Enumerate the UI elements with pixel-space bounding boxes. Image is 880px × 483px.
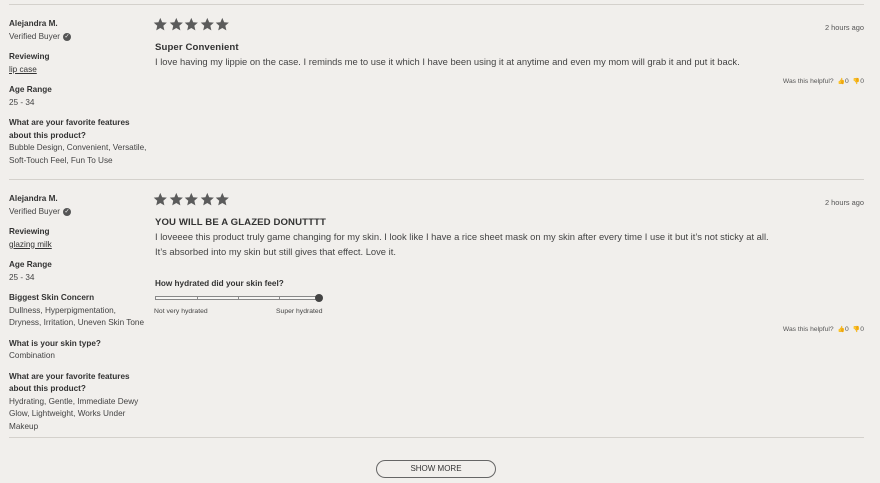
- skin-concern-label: Biggest Skin Concern: [9, 293, 95, 302]
- age-range-value: 25 - 34: [9, 97, 35, 107]
- helpful-label: Was this helpful?: [782, 326, 834, 333]
- features-label-line: What are your favorite features: [9, 118, 130, 127]
- features-label-line: about this product?: [9, 130, 86, 140]
- features-label: What are your favorite features about th…: [9, 371, 149, 396]
- reviewer-info: Alejandra M. Verified Buyer ✓ Reviewing …: [9, 193, 149, 433]
- reviewer-info: Alejandra M. Verified Buyer ✓ Reviewing …: [9, 18, 149, 167]
- helpful-section: Was this helpful? 👍0 👎0: [783, 78, 864, 85]
- review-date: 2 hours ago: [824, 23, 864, 32]
- star-rating: [153, 192, 230, 207]
- verified-badge: Verified Buyer ✓: [9, 206, 149, 219]
- features-label-line: What are your favorite features: [9, 371, 130, 381]
- verified-label: Verified Buyer: [9, 31, 60, 41]
- helpful-section: Was this helpful? 👍0 👎0: [783, 326, 864, 333]
- helpful-no-button[interactable]: 👎0: [853, 326, 864, 333]
- scale-tick: [279, 296, 280, 300]
- reviewing-label: Reviewing: [9, 52, 50, 61]
- star-icon: [169, 17, 183, 31]
- scale-min-label: Not very hydrated: [154, 308, 208, 315]
- features-label-line: about this product?: [9, 384, 86, 393]
- helpful-yes-count: 0: [845, 78, 849, 85]
- star-icon: [216, 17, 230, 31]
- helpful-no-button[interactable]: 👎0: [853, 78, 864, 85]
- check-circle-icon: ✓: [62, 32, 71, 41]
- hydration-scale: [155, 294, 323, 302]
- features-value-line: Hydrating, Gentle, Immediate Dewy: [9, 396, 139, 406]
- features-value: Hydrating, Gentle, Immediate Dewy Glow, …: [9, 396, 149, 434]
- helpful-no-count: 0: [860, 326, 864, 333]
- show-more-button[interactable]: SHOW MORE: [376, 460, 496, 478]
- star-icon: [184, 17, 199, 31]
- review-body-line: It’s absorbed into my skin but still giv…: [155, 245, 396, 257]
- top-divider: [9, 4, 864, 5]
- scale-tick: [197, 296, 198, 300]
- helpful-yes-button[interactable]: 👍0: [838, 326, 849, 333]
- helpful-no-count: 0: [860, 78, 864, 85]
- scale-max-label: Super hydrated: [276, 308, 323, 315]
- age-range-label: Age Range: [9, 260, 52, 269]
- check-circle-icon: ✓: [62, 207, 71, 216]
- hydration-marker: [315, 294, 323, 302]
- skin-type-label: What is your skin type?: [9, 338, 101, 348]
- hydration-question: How hydrated did your skin feel?: [155, 279, 284, 288]
- features-value-line: Soft-Touch Feel, Fun To Use: [9, 155, 113, 165]
- skin-type-value: Combination: [9, 351, 55, 360]
- features-value-line: Glow, Lightweight, Works Under: [9, 409, 126, 418]
- reviewed-product-link[interactable]: glazing milk: [9, 239, 149, 252]
- age-range-label: Age Range: [9, 85, 52, 94]
- review-title: YOU WILL BE A GLAZED DONUTTTT: [155, 217, 326, 228]
- features-value-line: Bubble Design, Convenient, Versatile,: [9, 143, 147, 152]
- features-label: What are your favorite features about th…: [9, 117, 149, 142]
- age-range-value: 25 - 34: [9, 272, 35, 282]
- verified-badge: Verified Buyer ✓: [9, 31, 149, 44]
- review-divider: [9, 179, 864, 180]
- helpful-yes-button[interactable]: 👍0: [838, 78, 849, 85]
- scale-tick: [238, 296, 239, 300]
- star-icon: [216, 192, 230, 206]
- features-value: Bubble Design, Convenient, Versatile, So…: [9, 142, 149, 167]
- helpful-yes-count: 0: [845, 326, 849, 333]
- skin-concern-line: Dullness, Hyperpigmentation,: [9, 305, 116, 315]
- star-icon: [184, 192, 199, 206]
- reviewing-label: Reviewing: [9, 227, 50, 236]
- bottom-divider: [9, 437, 864, 438]
- reviewed-product-link[interactable]: lip case: [9, 64, 149, 77]
- reviewer-name: Alejandra M.: [9, 19, 58, 28]
- review-body: I love having my lippie on the case. I r…: [155, 55, 855, 70]
- review-title: Super Convenient: [155, 42, 239, 53]
- skin-concern-line: Dryness, Irritation, Uneven Skin Tone: [9, 318, 145, 327]
- star-icon: [200, 17, 214, 31]
- reviewer-name: Alejandra M.: [9, 194, 58, 203]
- star-icon: [200, 192, 214, 206]
- star-icon: [169, 192, 183, 206]
- review-body-line: I loveeee this product truly game changi…: [155, 231, 769, 242]
- star-icon: [153, 192, 167, 206]
- helpful-label: Was this helpful?: [782, 78, 834, 85]
- review-body-line: I love having my lippie on the case. I r…: [155, 56, 740, 67]
- star-icon: [153, 17, 167, 31]
- thumbs-up-icon: 👍: [837, 327, 846, 333]
- thumbs-up-icon: 👍: [837, 79, 846, 85]
- star-rating: [153, 17, 230, 32]
- skin-concern-value: Dullness, Hyperpigmentation, Dryness, Ir…: [9, 305, 149, 330]
- features-value-line: Makeup: [9, 421, 39, 431]
- review-body: I loveeee this product truly game changi…: [155, 230, 855, 259]
- review-date: 2 hours ago: [824, 198, 864, 207]
- verified-label: Verified Buyer: [9, 206, 60, 216]
